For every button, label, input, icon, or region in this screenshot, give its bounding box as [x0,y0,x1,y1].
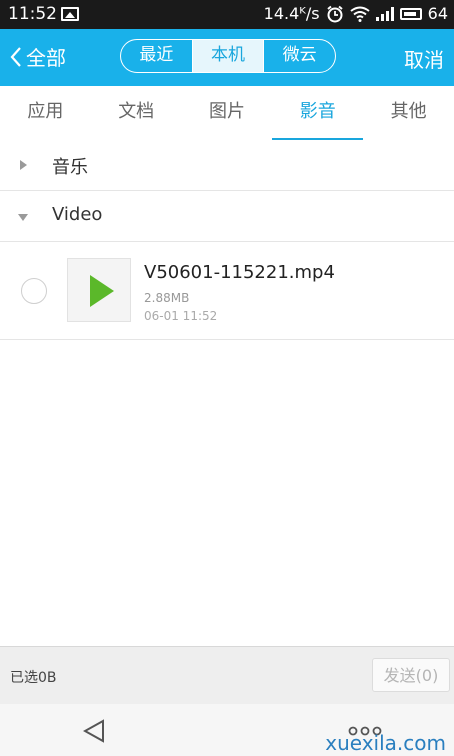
tab-media[interactable]: 影音 [272,86,363,141]
segment-recent[interactable]: 最近 [121,40,192,72]
battery-level: 64 [427,4,448,23]
tab-other[interactable]: 其他 [363,86,454,140]
alarm-icon [327,5,343,22]
status-time: 11:52 [8,4,57,24]
play-icon [90,275,114,307]
file-thumbnail [67,258,131,322]
file-size: 2.88MB [144,291,190,305]
wifi-icon [350,6,370,22]
network-speed: 14.4ᴷ/s [263,4,320,23]
category-tabs: 应用 文档 图片 影音 其他 [0,86,454,141]
segment-local[interactable]: 本机 [191,40,264,72]
triangle-down-icon [18,214,28,221]
cancel-button[interactable]: 取消 [404,44,444,73]
segment-weiyun[interactable]: 微云 [263,40,335,72]
battery-icon [399,7,422,20]
bottom-action-bar: 已选0B 发送(0) [0,646,454,705]
file-name: V50601-115221.mp4 [144,262,335,283]
group-music[interactable]: 音乐 [0,140,454,191]
tab-documents[interactable]: 文档 [91,86,182,140]
group-label: Video [52,204,103,225]
chevron-left-icon [10,46,21,67]
group-video[interactable]: Video [0,191,454,242]
selected-size: 已选0B [10,670,57,686]
back-label: 全部 [26,46,66,70]
nav-back-icon[interactable] [83,719,105,743]
group-label: 音乐 [52,157,88,178]
send-button[interactable]: 发送(0) [372,658,450,692]
source-segmented-control: 最近 本机 微云 [120,39,336,73]
back-button[interactable]: 全部 [10,42,66,71]
tab-pictures[interactable]: 图片 [182,86,273,140]
status-bar: 11:52 14.4ᴷ/s 64 [0,0,454,29]
file-date: 06-01 11:52 [144,309,218,323]
signal-icon [375,6,394,21]
title-bar: 全部 最近 本机 微云 取消 [0,29,454,86]
select-radio[interactable] [21,278,47,304]
watermark: xuexila.com [325,731,446,755]
triangle-right-icon [20,160,27,170]
tab-apps[interactable]: 应用 [0,86,91,140]
image-icon [61,7,79,21]
status-right: 14.4ᴷ/s 64 [264,4,448,23]
